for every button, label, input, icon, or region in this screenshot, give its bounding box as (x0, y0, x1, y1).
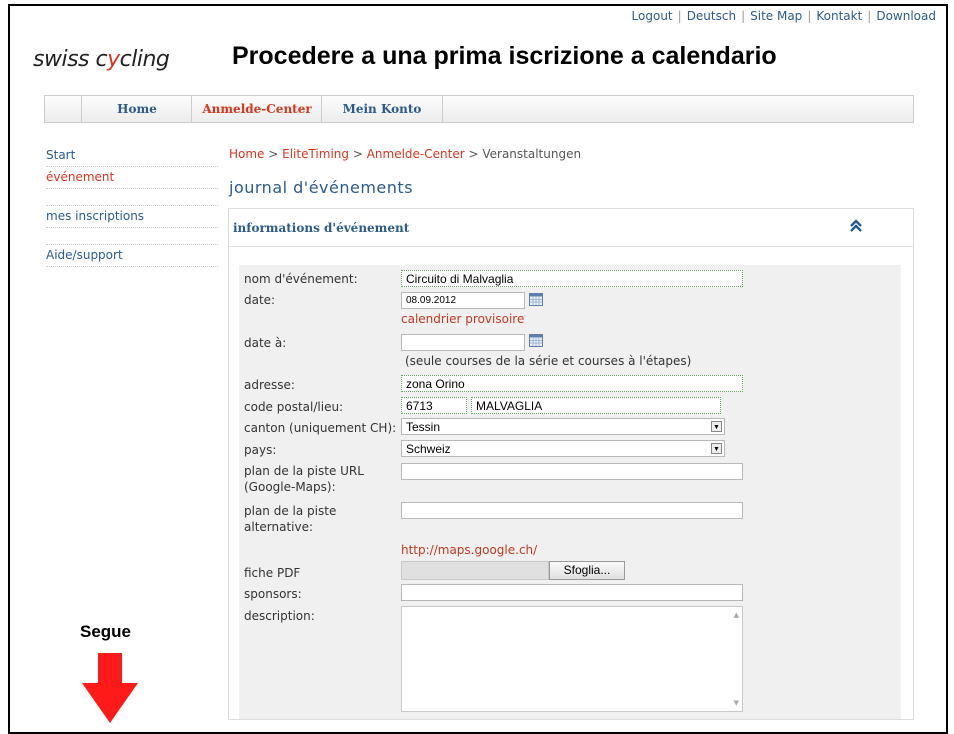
sidebar-item-mes-inscriptions[interactable]: mes inscriptions (46, 206, 218, 228)
top-links: Logout | Deutsch | Site Map | Kontakt | Download (631, 9, 936, 23)
nom-label: nom d'événement: (244, 272, 358, 286)
date-provisional-hint: calendrier provisoire (401, 312, 525, 326)
adresse-input[interactable]: zona Orino (401, 375, 743, 392)
canton-label: canton (uniquement CH): (244, 421, 397, 435)
collapse-icon[interactable] (847, 217, 865, 235)
nav-anmelde-center[interactable]: Anmelde-Center (191, 96, 322, 122)
description-textarea[interactable]: ▲ ▼ (401, 606, 743, 712)
plan-alt-label: plan de la piste alternative: (244, 504, 337, 534)
sidebar-item-evenement[interactable]: événement (46, 167, 218, 189)
download-link[interactable]: Download (876, 9, 936, 23)
description-label: description: (244, 609, 315, 623)
chevron-down-icon: ▼ (711, 421, 722, 432)
breadcrumb: Home > EliteTiming > Anmelde-Center > Ve… (229, 147, 582, 161)
date-a-input[interactable] (401, 334, 525, 351)
swiss-cycling-logo[interactable]: swiss cycling (33, 47, 170, 72)
sidebar-divider (46, 228, 218, 245)
adresse-label: adresse: (244, 378, 295, 392)
sponsors-input[interactable] (401, 584, 743, 601)
breadcrumb-home[interactable]: Home (229, 147, 264, 161)
deutsch-link[interactable]: Deutsch (687, 9, 736, 23)
event-form: nom d'événement: Circuito di Malvaglia d… (239, 265, 901, 719)
pdf-file-input[interactable] (401, 561, 549, 580)
nav-home[interactable]: Home (81, 96, 192, 122)
arrow-down-icon (82, 653, 138, 723)
date-label: date: (244, 293, 276, 307)
date-input[interactable]: 08.09.2012 (401, 292, 525, 309)
calendar-icon[interactable] (529, 293, 543, 306)
plan-url-label: plan de la piste URL (Google-Maps): (244, 464, 364, 494)
panel-title: informations d'événement (233, 221, 410, 235)
lieu-input[interactable]: MALVAGLIA (471, 397, 721, 414)
pays-label: pays: (244, 443, 277, 457)
maps-link[interactable]: http://maps.google.ch/ (401, 543, 537, 557)
kontakt-link[interactable]: Kontakt (816, 9, 862, 23)
sitemap-link[interactable]: Site Map (750, 9, 802, 23)
scroll-down-icon[interactable]: ▼ (734, 699, 739, 707)
calendar-icon[interactable] (529, 334, 543, 347)
pdf-label: fiche PDF (244, 566, 301, 580)
chevron-down-icon: ▼ (711, 443, 722, 454)
pays-select[interactable]: Schweiz ▼ (401, 440, 725, 457)
canton-select[interactable]: Tessin ▼ (401, 418, 725, 435)
sponsors-label: sponsors: (244, 587, 302, 601)
sidebar: Start événement mes inscriptions Aide/su… (46, 145, 218, 267)
sidebar-item-start[interactable]: Start (46, 145, 218, 167)
sidebar-divider (46, 189, 218, 206)
section-title: journal d'événements (229, 178, 414, 197)
page-heading: Procedere a una prima iscrizione a calen… (232, 42, 777, 70)
nom-input[interactable]: Circuito di Malvaglia (401, 270, 743, 287)
date-a-label: date à: (244, 336, 287, 350)
segue-annotation: Segue (80, 622, 132, 641)
panel-header: informations d'événement (229, 209, 913, 247)
breadcrumb-elitetiming[interactable]: EliteTiming (282, 147, 349, 161)
plan-alt-input[interactable] (401, 502, 743, 519)
nav-mein-konto[interactable]: Mein Konto (321, 96, 443, 122)
postal-code-input[interactable]: 6713 (401, 397, 467, 414)
breadcrumb-current: Veranstaltungen (482, 147, 582, 161)
logout-link[interactable]: Logout (632, 9, 673, 23)
scroll-up-icon[interactable]: ▲ (734, 611, 739, 619)
cp-label: code postal/lieu: (244, 400, 344, 414)
main-nav: Home Anmelde-Center Mein Konto (44, 95, 914, 123)
breadcrumb-anmelde-center[interactable]: Anmelde-Center (367, 147, 465, 161)
date-a-hint: (seule courses de la série et courses à … (405, 354, 692, 368)
sidebar-item-aide-support[interactable]: Aide/support (46, 245, 218, 267)
browse-button[interactable]: Sfoglia... (549, 561, 625, 580)
event-info-panel: informations d'événement nom d'événement… (228, 208, 914, 720)
plan-url-input[interactable] (401, 463, 743, 480)
